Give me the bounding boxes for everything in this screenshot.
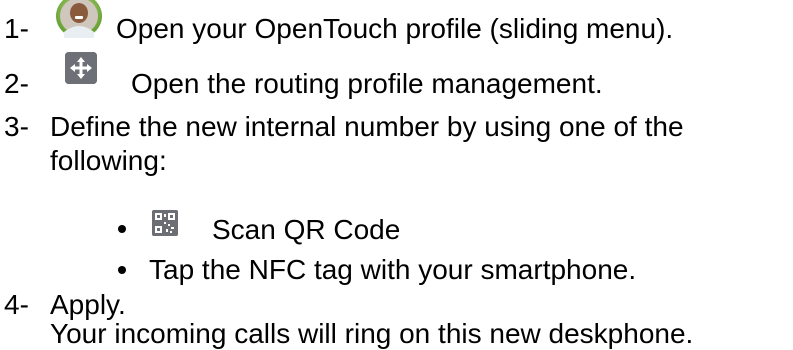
step-3-number: 3- (4, 111, 29, 142)
step-4-text-line2: Your incoming calls will ring on this ne… (50, 318, 694, 349)
step-2-number: 2- (4, 68, 29, 99)
step-1-text: Open your OpenTouch profile (sliding men… (116, 13, 674, 44)
bullet-1 (118, 225, 126, 233)
step-1-number: 1- (4, 13, 29, 44)
option-1-text: Scan QR Code (212, 214, 401, 245)
bullet-2 (118, 266, 126, 274)
step-4-number: 4- (4, 289, 29, 320)
step-3-text-line2: following: (50, 145, 167, 176)
step-3-text-line1: Define the new internal number by using … (50, 111, 684, 142)
profile-photo-icon (56, 0, 102, 38)
option-2-text: Tap the NFC tag with your smartphone. (149, 254, 637, 285)
step-2-text: Open the routing profile management. (131, 68, 603, 99)
step-4-text-line1: Apply. (50, 289, 126, 320)
qr-code-icon (152, 210, 178, 236)
routing-icon (65, 52, 97, 84)
